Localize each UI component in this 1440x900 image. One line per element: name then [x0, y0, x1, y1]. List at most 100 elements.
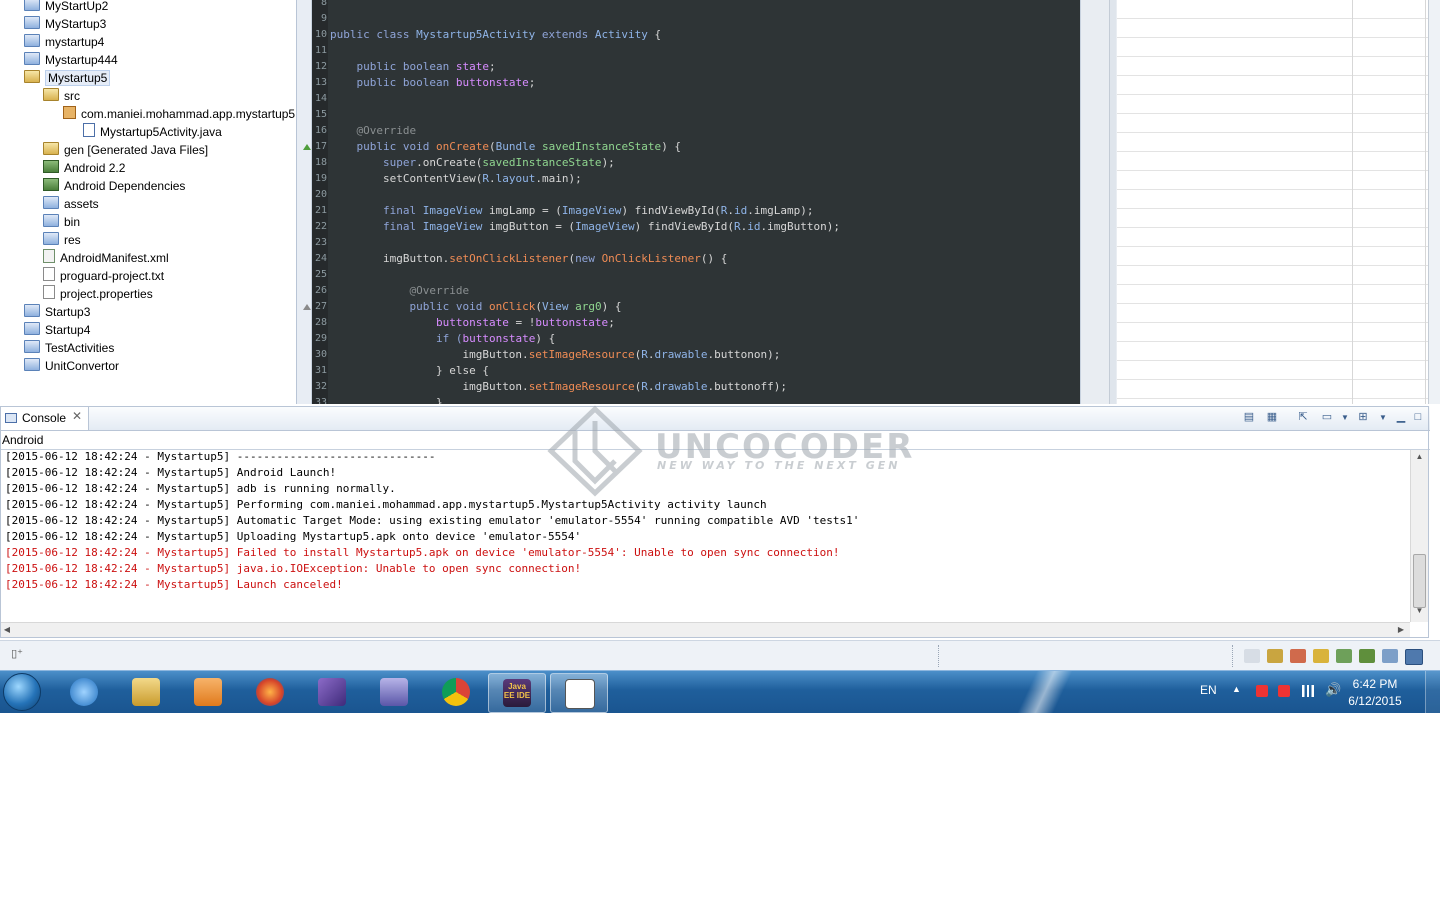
code-token: @Override [409, 284, 470, 297]
code-token: setImageResource [528, 348, 635, 361]
tree-item[interactable]: bin [43, 213, 80, 231]
servers-icon[interactable] [1290, 649, 1306, 663]
line-number: 29 [314, 333, 327, 344]
console-vertical-scrollbar[interactable]: ▲ ▼ [1410, 450, 1428, 622]
clock-date[interactable]: 6/12/2015 [1340, 694, 1410, 708]
taskbar-app[interactable] [118, 673, 174, 711]
console-horizontal-scrollbar[interactable]: ◀ ▶ [0, 622, 1410, 638]
clear-console-icon[interactable]: ▤ [1242, 411, 1256, 424]
tree-item[interactable]: src [43, 87, 80, 105]
pin-console-icon[interactable]: ⇱ [1296, 411, 1310, 424]
taskbar-app[interactable] [56, 673, 112, 711]
network-icon[interactable] [1302, 685, 1314, 697]
folder-icon [24, 52, 40, 65]
scroll-lock-icon[interactable]: ▦ [1265, 411, 1279, 424]
code-token: ) findViewById( [634, 220, 735, 233]
code-line: public void onCreate(Bundle savedInstanc… [330, 139, 682, 155]
taskbar-app[interactable] [304, 673, 360, 711]
chevron-down-icon[interactable]: ▼ [1338, 411, 1352, 424]
usb-icon[interactable] [1278, 685, 1290, 697]
tree-item[interactable]: gen [Generated Java Files] [43, 141, 208, 159]
code-token: .imgLamp); [747, 204, 814, 217]
taskbar-app[interactable] [242, 673, 298, 711]
tree-item[interactable]: proguard-project.txt [43, 267, 164, 285]
code-token: .imgButton); [760, 220, 840, 233]
restore-icon[interactable] [1244, 649, 1260, 663]
tree-item[interactable]: res [43, 231, 81, 249]
tree-item[interactable]: mystartup4 [24, 33, 104, 51]
code-token: new [575, 252, 602, 265]
fast-view-icon[interactable]: ▯⁺ [10, 648, 24, 661]
code-editor[interactable]: 8 9 10 11 12 13 14 15 16 17 18 19 20 21 22 23 24 25 26 27 28… [312, 0, 1080, 404]
flag-icon[interactable] [1256, 685, 1268, 697]
taskbar-app-active[interactable] [550, 673, 608, 713]
package-icon [63, 106, 76, 119]
taskbar-app-active[interactable]: Java EE IDE [488, 673, 546, 713]
code-token: buttonstate [435, 316, 509, 329]
tree-item-label: MyStartUp2 [45, 0, 109, 13]
tree-item[interactable]: AndroidManifest.xml [43, 249, 169, 267]
clock-time[interactable]: 6:42 PM [1340, 677, 1410, 691]
console-view-icon[interactable] [1405, 649, 1423, 665]
code-line: imgButton.setImageResource(R.drawable.bu… [330, 347, 780, 363]
taskbar-app[interactable] [428, 673, 484, 711]
tree-item[interactable]: project.properties [43, 285, 153, 303]
override-marker-icon[interactable] [303, 144, 311, 150]
tab-console[interactable]: Console ✕ [0, 406, 89, 430]
problems-icon[interactable] [1382, 649, 1398, 663]
taskbar-app[interactable] [366, 673, 422, 711]
outline-scrollbar[interactable] [1428, 0, 1440, 404]
line-number: 14 [314, 93, 327, 104]
console-line: [2015-06-12 18:42:24 - Mystartup5] Launc… [5, 578, 343, 591]
maximize-icon[interactable]: □ [1411, 411, 1425, 424]
console-output[interactable]: [2015-06-12 18:42:24 - Mystartup5] -----… [0, 450, 1410, 622]
scroll-left-icon[interactable]: ◀ [0, 625, 14, 634]
volume-icon[interactable]: 🔊 [1325, 682, 1341, 698]
implements-marker-icon[interactable] [303, 304, 311, 310]
vertical-scrollbar[interactable] [1109, 0, 1116, 404]
code-token: Bundle [495, 140, 536, 153]
code-token: buttonstate [462, 332, 536, 345]
snippets-icon[interactable] [1313, 649, 1329, 663]
tree-item[interactable]: Startup4 [24, 321, 90, 339]
data-source-icon[interactable] [1336, 649, 1352, 663]
tree-item[interactable]: MyStartup3 [24, 15, 106, 33]
tree-item[interactable]: Mystartup5Activity.java [83, 123, 222, 141]
tree-item-label: Mystartup444 [45, 53, 118, 67]
tree-item[interactable]: Android Dependencies [43, 177, 185, 195]
code-token: super [382, 156, 417, 169]
display-console-icon[interactable]: ▭ [1320, 411, 1334, 424]
tree-item[interactable]: TestActivities [24, 339, 114, 357]
show-desktop-button[interactable] [1425, 671, 1440, 713]
tree-item[interactable]: Startup3 [24, 303, 90, 321]
scroll-up-icon[interactable]: ▲ [1411, 452, 1428, 461]
scroll-right-icon[interactable]: ▶ [1394, 625, 1408, 634]
editor-right-ruler [1080, 0, 1117, 404]
taskbar-app[interactable] [180, 673, 236, 711]
code-line: final ImageView imgLamp = (ImageView) fi… [330, 203, 814, 219]
chevron-down-icon[interactable]: ▼ [1376, 411, 1390, 424]
line-number: 25 [314, 269, 327, 280]
tree-item[interactable]: Mystartup5 [24, 69, 111, 87]
close-icon[interactable]: ✕ [72, 409, 82, 423]
minimize-icon[interactable]: ▁ [1394, 411, 1408, 424]
scroll-thumb[interactable] [1413, 554, 1426, 608]
open-console-icon[interactable]: ⊞ [1356, 411, 1370, 424]
tree-item[interactable]: com.maniei.mohammad.app.mystartup5 [63, 105, 295, 123]
source-folder-icon [43, 142, 59, 155]
tree-item[interactable]: Android 2.2 [43, 159, 125, 177]
chevron-up-icon[interactable]: ▲ [1232, 684, 1241, 694]
task-list-icon[interactable] [1267, 649, 1283, 663]
tree-item[interactable]: UnitConvertor [24, 357, 119, 375]
debug-icon[interactable] [1359, 649, 1375, 663]
tree-item[interactable]: assets [43, 195, 99, 213]
tree-item-label: MyStartup3 [45, 17, 107, 31]
tree-item[interactable]: MyStartUp2 [24, 0, 108, 15]
language-indicator[interactable]: EN [1200, 683, 1217, 697]
code-token: R [641, 380, 648, 393]
code-token: ; [488, 60, 496, 73]
start-button[interactable] [3, 673, 41, 711]
tree-item[interactable]: Mystartup444 [24, 51, 118, 69]
scroll-down-icon[interactable]: ▼ [1411, 606, 1428, 615]
code-token: buttonstate [535, 316, 609, 329]
